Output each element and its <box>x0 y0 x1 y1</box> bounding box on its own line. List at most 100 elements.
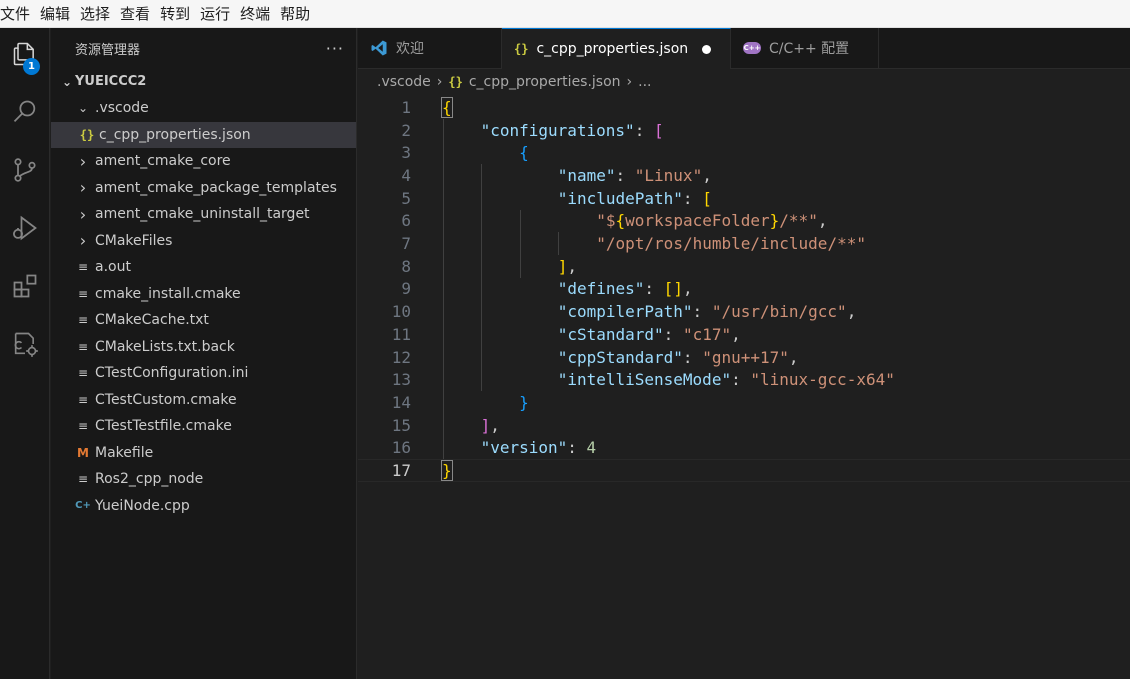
menu-edit[interactable]: 编辑 <box>40 0 74 28</box>
code-line[interactable]: 2 "configurations": [ <box>358 119 1130 142</box>
code-line[interactable]: 1{ <box>358 96 1130 119</box>
tree-item[interactable]: ≡ a.out <box>51 254 356 281</box>
unsaved-dot-icon[interactable] <box>702 44 712 54</box>
code-text: "configurations": [ <box>480 120 664 140</box>
line-number: 1 <box>401 97 411 117</box>
editor-tab-bar: 欢迎 {} c_cpp_properties.json C++ C/C++ 配置 <box>358 28 1130 69</box>
workspace-root-label: YUEICCC2 <box>75 74 147 89</box>
code-line[interactable]: 12 "cppStandard": "gnu++17", <box>358 346 1130 369</box>
workspace-root[interactable]: ⌄ YUEICCC2 <box>51 68 356 95</box>
tree-item-label: ament_cmake_core <box>95 153 231 170</box>
code-line[interactable]: 10 "compilerPath": "/usr/bin/gcc", <box>358 300 1130 323</box>
tree-item[interactable]: C+ YueiNode.cpp <box>51 493 356 520</box>
code-line[interactable]: 3 { <box>358 141 1130 164</box>
tab-welcome[interactable]: 欢迎 <box>358 28 502 68</box>
tree-item[interactable]: › ament_cmake_package_templates <box>51 175 356 202</box>
code-line[interactable]: 16 "version": 4 <box>358 437 1130 460</box>
code-editor[interactable]: 1{2 "configurations": [3 {4 "name": "Lin… <box>358 95 1130 679</box>
code-line[interactable]: 8 ], <box>358 255 1130 278</box>
explorer-button[interactable]: 1 <box>0 30 50 78</box>
json-file-icon: {} <box>79 127 95 142</box>
menu-view[interactable]: 查看 <box>120 0 154 28</box>
tree-item[interactable]: ≡ CTestCustom.cmake <box>51 387 356 414</box>
line-number: 17 <box>391 461 411 481</box>
vscode-icon <box>370 39 388 57</box>
breadcrumb-folder[interactable]: .vscode <box>377 74 431 90</box>
tree-item[interactable]: M Makefile <box>51 440 356 467</box>
search-button[interactable] <box>0 88 50 136</box>
tree-item[interactable]: ≡ CMakeLists.txt.back <box>51 334 356 361</box>
menu-selection[interactable]: 选择 <box>80 0 114 28</box>
tree-item-label: CTestTestfile.cmake <box>95 418 232 435</box>
tree-item-label: CMakeFiles <box>95 232 173 249</box>
tree-item[interactable]: ≡ cmake_install.cmake <box>51 281 356 308</box>
breadcrumb-file[interactable]: c_cpp_properties.json <box>469 74 621 90</box>
line-number: 16 <box>391 438 411 458</box>
more-actions-button[interactable]: ··· <box>326 39 344 58</box>
line-number: 8 <box>401 256 411 276</box>
menu-terminal[interactable]: 终端 <box>240 0 274 28</box>
breadcrumb-symbol[interactable]: ... <box>638 74 651 90</box>
cpp-config-icon: C++ <box>743 42 761 54</box>
line-number: 13 <box>391 370 411 390</box>
text-file-icon: ≡ <box>77 392 89 407</box>
tree-item[interactable]: › ament_cmake_core <box>51 148 356 175</box>
menu-go[interactable]: 转到 <box>160 0 194 28</box>
tab-cpp-config[interactable]: C++ C/C++ 配置 <box>731 28 879 68</box>
code-line[interactable]: 14 } <box>358 391 1130 414</box>
line-number: 10 <box>391 302 411 322</box>
code-line[interactable]: 5 "includePath": [ <box>358 187 1130 210</box>
line-number: 4 <box>401 165 411 185</box>
line-number: 15 <box>391 415 411 435</box>
text-file-icon: ≡ <box>77 260 89 275</box>
tree-item[interactable]: › CMakeFiles <box>51 228 356 255</box>
text-file-icon: ≡ <box>77 313 89 328</box>
code-line[interactable]: 13 "intelliSenseMode": "linux-gcc-x64" <box>358 368 1130 391</box>
tree-item[interactable]: {} c_cpp_properties.json <box>51 121 356 148</box>
source-control-icon <box>14 158 36 182</box>
run-debug-button[interactable] <box>0 204 50 252</box>
tree-item-label: CMakeLists.txt.back <box>95 338 235 355</box>
chevron-right-icon: › <box>79 151 87 171</box>
cpp-file-icon: C+ <box>75 500 91 512</box>
tree-item-label: c_cpp_properties.json <box>99 126 251 143</box>
code-line[interactable]: 17} <box>358 459 1130 482</box>
tree-item[interactable]: ≡ CTestConfiguration.ini <box>51 360 356 387</box>
tree-item-label: cmake_install.cmake <box>95 285 241 302</box>
json-icon: {} <box>448 75 463 89</box>
menu-file[interactable]: 文件 <box>0 0 34 28</box>
tree-item[interactable]: ≡ Ros2_cpp_node <box>51 466 356 493</box>
code-text: { <box>441 96 453 118</box>
line-number: 5 <box>401 188 411 208</box>
extensions-button[interactable] <box>0 262 50 310</box>
code-line[interactable]: 7 "/opt/ros/humble/include/**" <box>358 232 1130 255</box>
chevron-right-icon: › <box>436 74 443 90</box>
run-debug-icon <box>13 215 37 241</box>
code-line[interactable]: 15 ], <box>358 414 1130 437</box>
chevron-right-icon: › <box>79 231 87 251</box>
code-text: "intelliSenseMode": "linux-gcc-x64" <box>557 370 895 390</box>
tree-item[interactable]: ≡ CMakeCache.txt <box>51 307 356 334</box>
menu-help[interactable]: 帮助 <box>280 0 314 28</box>
code-line[interactable]: 11 "cStandard": "c17", <box>358 323 1130 346</box>
line-number: 2 <box>401 120 411 140</box>
search-icon <box>13 100 36 122</box>
cmake-button[interactable] <box>0 320 50 368</box>
explorer-badge: 1 <box>23 58 40 75</box>
line-number: 3 <box>401 143 411 163</box>
code-line[interactable]: 6 "${workspaceFolder}/**", <box>358 210 1130 233</box>
code-line[interactable]: 9 "defines": [], <box>358 278 1130 301</box>
code-text: } <box>519 392 529 412</box>
tree-item[interactable]: › ament_cmake_uninstall_target <box>51 201 356 228</box>
tree-item[interactable]: ⌄ .vscode <box>51 95 356 122</box>
code-text: "cppStandard": "gnu++17", <box>557 347 799 367</box>
menu-run[interactable]: 运行 <box>200 0 234 28</box>
source-control-button[interactable] <box>0 146 50 194</box>
code-line[interactable]: 4 "name": "Linux", <box>358 164 1130 187</box>
code-text: ], <box>480 415 500 435</box>
tab-c-cpp-properties[interactable]: {} c_cpp_properties.json <box>502 28 731 69</box>
tree-item-label: ament_cmake_package_templates <box>95 179 337 196</box>
code-text: ], <box>557 256 577 276</box>
code-text: "includePath": [ <box>557 188 712 208</box>
tree-item[interactable]: ≡ CTestTestfile.cmake <box>51 413 356 440</box>
